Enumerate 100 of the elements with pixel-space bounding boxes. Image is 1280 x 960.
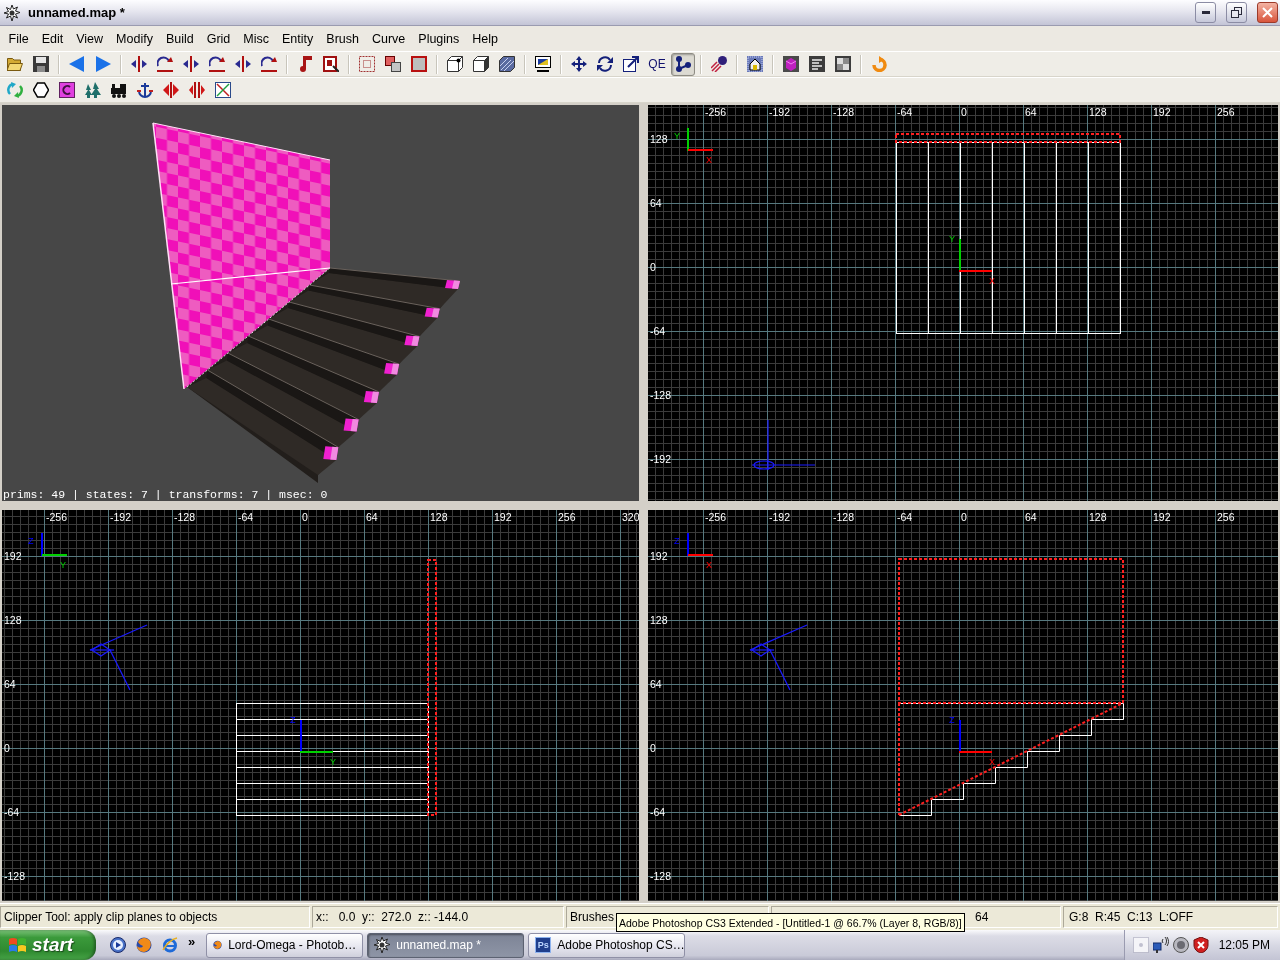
ruler-label: 0 bbox=[4, 742, 10, 754]
menu-item[interactable]: Edit bbox=[35, 28, 70, 49]
checker-icon bbox=[835, 56, 851, 72]
menu-item[interactable]: Modify bbox=[109, 28, 160, 49]
overflow-button[interactable]: » bbox=[186, 933, 198, 949]
axis-label: Z bbox=[674, 536, 680, 546]
house-icon bbox=[747, 56, 763, 72]
menu-item[interactable]: Build bbox=[159, 28, 201, 49]
trees-icon bbox=[85, 82, 101, 98]
axis-label: Y bbox=[674, 131, 680, 141]
ruler-label: 128 bbox=[430, 511, 448, 523]
comet-icon bbox=[711, 56, 727, 72]
menu-item[interactable]: Entity bbox=[275, 28, 320, 49]
toolbar-button[interactable]: QE bbox=[645, 52, 669, 76]
restore-button[interactable] bbox=[1226, 2, 1247, 23]
ruler-label: 256 bbox=[1217, 106, 1235, 118]
ruler-label: -128 bbox=[174, 511, 195, 523]
quick-launch-button[interactable] bbox=[108, 935, 128, 955]
window-title: unnamed.map * bbox=[28, 5, 125, 20]
flip-arrows-icon bbox=[163, 82, 179, 98]
ruler-label: -192 bbox=[110, 511, 131, 523]
mirror-axis-icon bbox=[183, 56, 199, 72]
ruler-label: 64 bbox=[1025, 511, 1037, 523]
axis-label: X bbox=[706, 155, 712, 165]
ruler-label: 192 bbox=[1153, 106, 1171, 118]
menu-item[interactable]: Help bbox=[465, 28, 505, 49]
taskbar-button[interactable]: Ps Adobe Photoshop CS… bbox=[528, 932, 686, 958]
ruler-label: 128 bbox=[1089, 106, 1107, 118]
toolbar-button[interactable] bbox=[671, 52, 695, 76]
ruler-label: -192 bbox=[769, 106, 790, 118]
axis-label: X bbox=[989, 757, 995, 767]
menu-item[interactable]: Grid bbox=[200, 28, 237, 49]
task-label: Adobe Photoshop CS… bbox=[557, 938, 685, 952]
cycle-arrows-icon bbox=[7, 82, 23, 98]
menu-item[interactable]: Plugins bbox=[411, 28, 466, 49]
menu-item[interactable]: Brush bbox=[319, 28, 366, 49]
camera-marker bbox=[749, 624, 808, 691]
camera-marker bbox=[751, 419, 816, 471]
vertices-icon bbox=[675, 56, 691, 72]
clock: 12:05 PM bbox=[1218, 938, 1270, 952]
ruler-label: 128 bbox=[650, 614, 668, 626]
axis-label: Y bbox=[330, 757, 336, 767]
menu-item[interactable]: Curve bbox=[365, 28, 412, 49]
network-icon bbox=[1152, 937, 1169, 953]
menu-item[interactable]: File bbox=[2, 28, 36, 49]
arrow-left-icon bbox=[69, 56, 85, 72]
status-text: Brushes bbox=[570, 910, 615, 924]
status-text: x:: 0.0 y:: 272.0 z:: -144.0 bbox=[316, 910, 469, 924]
start-button[interactable]: start bbox=[0, 930, 96, 960]
arrow-right-icon bbox=[95, 56, 111, 72]
cube-icon bbox=[473, 56, 489, 72]
axis-label: X bbox=[706, 560, 712, 570]
note-icon bbox=[297, 56, 313, 72]
hatched-cube-icon bbox=[499, 56, 515, 72]
ruler-label: 192 bbox=[650, 550, 668, 562]
taskbar-button[interactable]: Lord-Omega - Photob… bbox=[206, 932, 364, 958]
folder-icon bbox=[7, 56, 23, 72]
ruler-label: 128 bbox=[1089, 511, 1107, 523]
grid-view[interactable]: -256 -192 -128 -64 0 64 128 192 256 192 128 64 0 -64 -128 Z X Z X bbox=[648, 510, 1278, 901]
split-arrows-icon bbox=[189, 82, 205, 98]
starburst-icon bbox=[4, 4, 20, 21]
globe-icon bbox=[136, 937, 152, 953]
locomotive-icon bbox=[111, 82, 127, 98]
cube-icon bbox=[447, 56, 463, 72]
status-text: G:8 R:45 C:13 L:OFF bbox=[1069, 910, 1194, 924]
ruler-label: -128 bbox=[833, 511, 854, 523]
ruler-label: -128 bbox=[650, 389, 671, 401]
shield-icon bbox=[1192, 937, 1209, 953]
ruler-label: 64 bbox=[4, 678, 16, 690]
ruler-label: 192 bbox=[494, 511, 512, 523]
ruler-label: 320 bbox=[622, 511, 639, 523]
quick-launch-button[interactable] bbox=[134, 935, 154, 955]
ruler-label: 192 bbox=[1153, 511, 1171, 523]
ruler-label: -64 bbox=[4, 806, 20, 818]
close-button[interactable] bbox=[1257, 2, 1278, 23]
task-label: Lord-Omega - Photob… bbox=[228, 938, 357, 952]
menu-item[interactable]: View bbox=[69, 28, 110, 49]
camera-marker bbox=[89, 624, 148, 691]
app-badge: Ps bbox=[535, 937, 552, 953]
minimize-button[interactable] bbox=[1195, 2, 1216, 23]
ruler-label: 192 bbox=[4, 550, 22, 562]
ruler-label: -64 bbox=[650, 325, 666, 337]
status-text: Clipper Tool: apply clip planes to objects bbox=[4, 910, 218, 924]
camera-view[interactable]: prims: 49 | states: 7 | transforms: 7 | msec: 0 bbox=[2, 105, 639, 501]
mirror-axis-icon bbox=[131, 56, 147, 72]
axis-label: Y bbox=[949, 234, 955, 244]
resize-icon bbox=[623, 56, 639, 72]
render-stats: prims: 49 | states: 7 | transforms: 7 | msec: 0 bbox=[2, 489, 328, 501]
ring-tile-icon bbox=[59, 82, 75, 98]
play-icon bbox=[110, 937, 126, 953]
page-icon bbox=[323, 56, 339, 72]
cube-tile-icon bbox=[783, 56, 799, 72]
ruler-label: 64 bbox=[650, 678, 662, 690]
menu-item[interactable]: Misc bbox=[236, 28, 276, 49]
ruler-label: 64 bbox=[1025, 106, 1037, 118]
dotted-square-icon bbox=[359, 56, 375, 72]
dotted-square-icon bbox=[1132, 937, 1149, 953]
ruler-label: -64 bbox=[897, 511, 913, 523]
ruler-label: 256 bbox=[558, 511, 576, 523]
axis-label: Z bbox=[28, 536, 34, 546]
